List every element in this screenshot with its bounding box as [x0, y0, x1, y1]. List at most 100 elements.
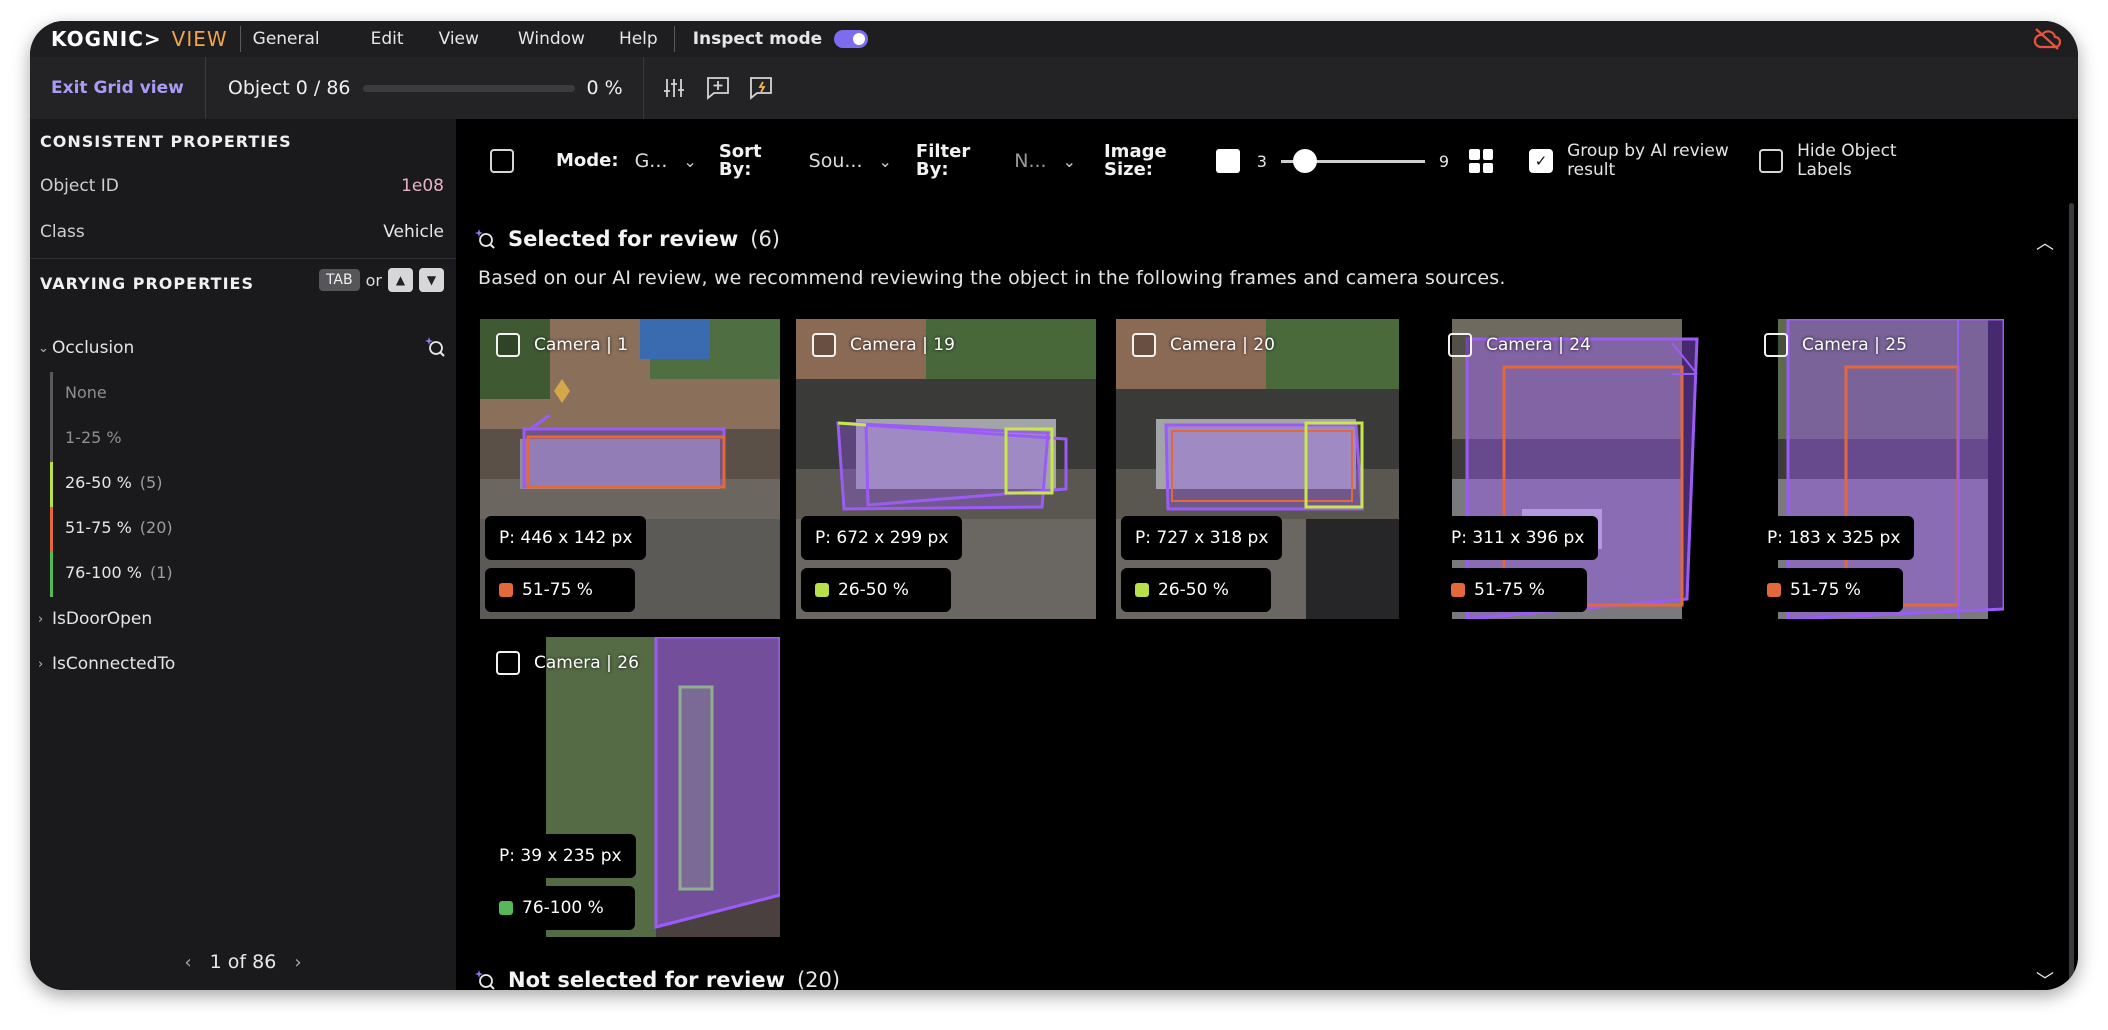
is-connected-to-property-toggle[interactable]: › IsConnectedTo	[38, 654, 175, 674]
chevron-down-icon[interactable]: ⌄	[879, 152, 892, 171]
frame-tile[interactable]: Camera | 1 P: 446 x 142 px 51-75 %	[480, 319, 780, 619]
size-min-label: 3	[1256, 151, 1267, 171]
menu-window[interactable]: Window	[518, 29, 585, 49]
selected-for-review-header[interactable]: Selected for review (6)	[474, 227, 780, 251]
tile-checkbox[interactable]	[1132, 333, 1156, 357]
pager-label: 1 of 86	[209, 951, 277, 973]
chevron-down-icon[interactable]: ⌄	[683, 152, 696, 171]
add-comment-icon[interactable]	[703, 73, 733, 103]
single-square-icon[interactable]	[1215, 149, 1240, 173]
camera-label: Camera | 19	[850, 335, 955, 355]
occlusion-color-swatch	[499, 901, 513, 915]
frame-tile[interactable]: Camera | 24 P: 311 x 396 px 51-75 %	[1432, 319, 1732, 619]
grid-controls: Mode: G... ⌄ Sort By: Sou... ⌄ Filter By…	[456, 119, 2078, 203]
tile-checkbox[interactable]	[1764, 333, 1788, 357]
occlusion-property-toggle[interactable]: ⌄ Occlusion	[38, 338, 134, 358]
flag-comment-icon[interactable]	[747, 73, 777, 103]
section-divider	[30, 258, 456, 259]
hide-object-labels-label: Hide Object Labels	[1797, 141, 1897, 180]
property-label: IsDoorOpen	[52, 609, 153, 629]
camera-label: Camera | 24	[1486, 335, 1591, 355]
occlusion-value: 76-100 %	[522, 898, 604, 918]
menu-edit[interactable]: Edit	[371, 29, 404, 49]
frame-tile[interactable]: Camera | 19 P: 672 x 299 px 26-50 %	[796, 319, 1096, 619]
section-title: Not selected for review	[508, 968, 785, 990]
group-by-ai-checkbox[interactable]: ✓	[1529, 149, 1554, 173]
ai-review-description: Based on our AI review, we recommend rev…	[478, 267, 1506, 289]
tile-checkbox[interactable]	[496, 333, 520, 357]
occlusion-value: 51-75 %	[522, 580, 593, 600]
previous-object-button[interactable]: ‹	[184, 952, 191, 973]
chevron-right-icon: ›	[38, 611, 44, 627]
frame-tile[interactable]: Camera | 25 P: 183 x 325 px 51-75 %	[1748, 319, 2004, 619]
menu-general[interactable]: General	[253, 29, 320, 49]
option-count: (20)	[139, 518, 173, 537]
property-value: 1e08	[401, 176, 444, 196]
filter-by-label: Filter By:	[916, 143, 970, 179]
pixel-size-badge: P: 311 x 396 px	[1437, 516, 1599, 560]
consistent-properties-heading: CONSISTENT PROPERTIES	[40, 131, 292, 151]
grid-view-icon[interactable]	[1469, 149, 1494, 173]
sort-by-dropdown[interactable]: Sou...	[809, 150, 863, 172]
tile-checkbox[interactable]	[496, 651, 520, 675]
tile-checkbox[interactable]	[1448, 333, 1472, 357]
camera-label: Camera | 20	[1170, 335, 1275, 355]
next-object-button[interactable]: ›	[294, 952, 301, 973]
arrow-down-key-badge: ▼	[419, 268, 444, 292]
menu-help[interactable]: Help	[619, 29, 658, 49]
occlusion-color-swatch	[1767, 583, 1781, 597]
keyboard-hint-or: or	[365, 270, 382, 290]
sort-label-line: By:	[718, 159, 752, 180]
occlusion-badge: 51-75 %	[1437, 568, 1587, 612]
occlusion-option-26-50[interactable]: 26-50 % (5)	[65, 473, 162, 492]
occlusion-26-50-indicator	[50, 462, 53, 507]
cloud-off-icon[interactable]	[2032, 27, 2062, 55]
exit-grid-view-button[interactable]: Exit Grid view	[51, 78, 184, 98]
checkmark-icon: ✓	[1534, 152, 1548, 170]
toolbar-divider	[204, 57, 206, 119]
pixel-size-badge: P: 727 x 318 px	[1121, 516, 1283, 560]
chevron-up-icon[interactable]: ︿	[2036, 229, 2054, 255]
tile-checkbox[interactable]	[812, 333, 836, 357]
object-counter: Object 0 / 86	[227, 77, 351, 99]
slider-handle[interactable]	[1292, 148, 1317, 173]
occlusion-option-none[interactable]: None	[65, 383, 107, 402]
option-label: 26-50 %	[65, 473, 132, 492]
image-size-slider[interactable]	[1280, 148, 1425, 173]
occlusion-option-51-75[interactable]: 51-75 % (20)	[65, 518, 173, 537]
section-title: Selected for review	[508, 227, 739, 251]
filter-by-dropdown[interactable]: N...	[1014, 150, 1046, 172]
occlusion-option-76-100[interactable]: 76-100 % (1)	[65, 563, 173, 582]
occlusion-badge: 26-50 %	[801, 568, 951, 612]
camera-label: Camera | 1	[534, 335, 629, 355]
size-max-label: 9	[1438, 151, 1450, 171]
inspect-mode-toggle[interactable]	[834, 30, 869, 48]
occlusion-76-100-indicator	[50, 552, 53, 597]
occlusion-none-indicator	[50, 372, 53, 417]
property-label: IsConnectedTo	[52, 654, 176, 674]
occlusion-value: 51-75 %	[1474, 580, 1545, 600]
frame-tile[interactable]: Camera | 20 P: 727 x 318 px 26-50 %	[1116, 319, 1399, 619]
frame-tile[interactable]: Camera | 26 P: 39 x 235 px 76-100 %	[480, 637, 780, 937]
mode-dropdown[interactable]: G...	[635, 150, 668, 172]
app-window: KOGNIC> VIEW General Edit View Window He…	[30, 21, 2078, 990]
chevron-down-icon[interactable]: ⌄	[1063, 152, 1076, 171]
sliders-icon[interactable]	[659, 73, 689, 103]
brand-logo: KOGNIC> VIEW	[51, 27, 228, 51]
group-by-ai-label: Group by AI review result	[1567, 141, 1729, 180]
not-selected-for-review-header[interactable]: Not selected for review (20)	[474, 968, 840, 990]
select-all-checkbox[interactable]	[490, 149, 514, 173]
menubar: KOGNIC> VIEW General Edit View Window He…	[30, 21, 2078, 57]
is-door-open-property-toggle[interactable]: › IsDoorOpen	[38, 609, 152, 629]
camera-label: Camera | 25	[1802, 335, 1907, 355]
hide-object-labels-checkbox[interactable]	[1759, 149, 1784, 173]
occlusion-option-1-25[interactable]: 1-25 %	[65, 428, 122, 447]
menu-view[interactable]: View	[439, 29, 479, 49]
inspect-mode-label: Inspect mode	[692, 29, 823, 49]
occlusion-badge: 76-100 %	[485, 886, 635, 930]
chevron-down-icon[interactable]: ﹀	[2036, 967, 2054, 990]
main-scrollbar[interactable]	[2069, 203, 2074, 983]
tab-key-badge: TAB	[318, 269, 360, 291]
object-pager: ‹ 1 of 86 ›	[30, 934, 456, 990]
property-row-object-id: Object ID 1e08	[40, 163, 444, 209]
